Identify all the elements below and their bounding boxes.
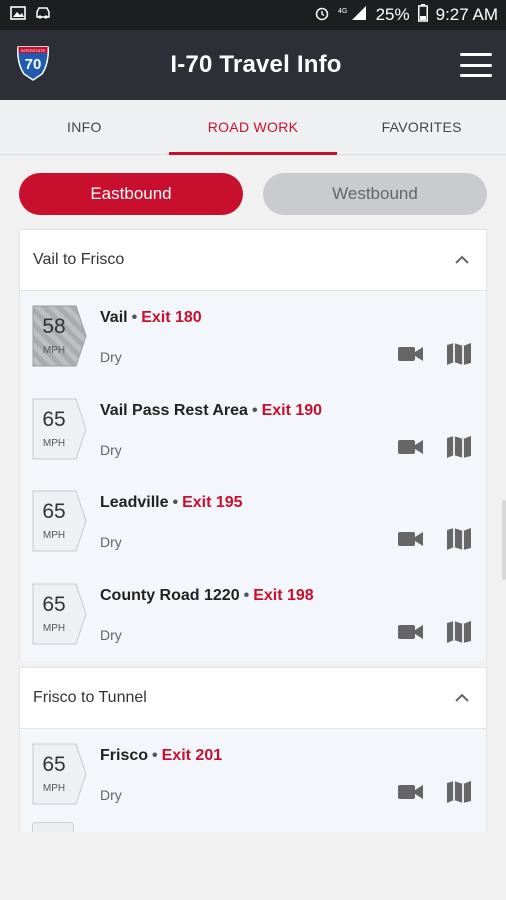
location-name: Leadville [100, 494, 169, 511]
list-item[interactable]: 65 MPH Vail Pass Rest Area • Exit 190 Dry [20, 384, 486, 477]
tab-favorites[interactable]: FAVORITES [337, 100, 506, 154]
road-condition: Dry [100, 534, 122, 550]
speed-unit: MPH [42, 437, 66, 449]
exit-number: Exit 201 [161, 747, 223, 764]
svg-text:4G: 4G [338, 8, 347, 15]
location-title: Vail • Exit 180 [100, 309, 202, 327]
battery-icon [417, 3, 428, 27]
exit-number: Exit 198 [253, 586, 314, 604]
location-name: Vail [100, 309, 128, 326]
alarm-icon [314, 5, 330, 26]
app-title: I-70 Travel Info [170, 51, 342, 78]
shield-number: 70 [25, 56, 42, 73]
location-title: Frisco • Exit 201 [100, 747, 222, 765]
gallery-notification-icon [10, 5, 26, 26]
section-frisco-to-tunnel: Frisco to Tunnel 65 MPH Frisco • Exit 201 … [19, 667, 487, 832]
road-condition: Dry [100, 787, 122, 803]
speed-unit: MPH [42, 622, 66, 634]
section-body: 58 MPH Vail • Exit 180 Dry 65 MPH Vail P… [19, 291, 487, 661]
map-icon[interactable] [446, 527, 472, 551]
interstate-shield-logo: INTERSTATE 70 [14, 44, 52, 87]
separator-dot: • [251, 401, 258, 419]
eastbound-button[interactable]: Eastbound [19, 173, 243, 215]
hamburger-menu-icon[interactable] [459, 53, 492, 77]
tab-road-work[interactable]: ROAD WORK [168, 100, 338, 155]
list-item[interactable]: 65 MPH County Road 1220 • Exit 198 Dry [20, 569, 486, 662]
chevron-up-icon[interactable] [454, 689, 470, 707]
list-item[interactable]: 65 MPH Leadville • Exit 195 Dry [20, 476, 486, 569]
video-camera-icon[interactable] [398, 623, 424, 641]
speed-value: 65 [42, 753, 66, 776]
westbound-button[interactable]: Westbound [263, 173, 487, 215]
section-header[interactable]: Frisco to Tunnel [19, 667, 487, 729]
speed-value: 65 [42, 500, 66, 523]
app-bar: INTERSTATE 70 I-70 Travel Info [0, 30, 506, 100]
speed-unit: MPH [42, 530, 66, 541]
map-icon[interactable] [446, 342, 472, 366]
row-actions [398, 527, 472, 551]
video-camera-icon[interactable] [398, 345, 424, 363]
video-camera-icon[interactable] [398, 783, 424, 801]
section-body: 65 MPH Frisco • Exit 201 Dry [19, 729, 487, 822]
speed-badge: 65 MPH [32, 583, 88, 645]
speed-badge: 65 MPH [32, 398, 88, 460]
location-name: County Road 1220 [100, 586, 240, 604]
list-item[interactable]: 58 MPH Vail • Exit 180 Dry [20, 291, 486, 384]
location-title: Vail Pass Rest Area • Exit 190 [100, 402, 322, 420]
exit-number: Exit 195 [182, 494, 243, 511]
speed-value: 65 [42, 592, 66, 616]
direction-toggle: Eastbound Westbound [0, 155, 506, 229]
exit-number: Exit 190 [261, 401, 323, 419]
map-icon[interactable] [446, 780, 472, 804]
road-condition: Dry [100, 441, 122, 458]
separator-dot: • [172, 494, 179, 511]
row-actions [398, 435, 472, 459]
location-name: Vail Pass Rest Area [100, 401, 248, 419]
battery-percent: 25% [375, 5, 410, 24]
list-item[interactable]: 65 MPH Frisco • Exit 201 Dry [20, 729, 486, 822]
video-camera-icon[interactable] [398, 530, 424, 548]
speed-badge: 65 MPH [32, 743, 88, 805]
speed-badge: 58 MPH [32, 305, 88, 367]
separator-dot: • [152, 747, 158, 764]
map-icon[interactable] [446, 620, 472, 644]
section-vail-to-frisco: Vail to Frisco 58 MPH Vail • Exit 180 Dry [19, 229, 487, 661]
road-condition: Dry [100, 626, 122, 643]
signal-lte-icon: 4G [338, 5, 368, 26]
location-name: Frisco [100, 747, 149, 764]
row-actions [398, 620, 472, 644]
row-actions [398, 780, 472, 804]
status-notifications [10, 5, 52, 26]
separator-dot: • [131, 309, 138, 326]
tab-bar: INFO ROAD WORK FAVORITES [0, 100, 506, 155]
car-notification-icon [34, 5, 52, 26]
road-condition: Dry [100, 349, 122, 365]
tab-info[interactable]: INFO [0, 100, 169, 154]
speed-badge: 65 MPH [32, 490, 88, 552]
next-row-peek [19, 821, 487, 832]
video-camera-icon[interactable] [398, 438, 424, 456]
section-title: Frisco to Tunnel [33, 689, 147, 706]
status-right: 4G 25% 9:27 AM [314, 3, 498, 27]
scroll-edge-indicator[interactable] [502, 500, 506, 580]
exit-number: Exit 180 [141, 309, 202, 326]
location-title: Leadville • Exit 195 [100, 494, 243, 512]
speed-value: 58 [42, 315, 66, 338]
separator-dot: • [243, 586, 250, 604]
status-bar: 4G 25% 9:27 AM [0, 0, 506, 30]
speed-unit: MPH [42, 345, 66, 356]
location-title: County Road 1220 • Exit 198 [100, 587, 314, 605]
row-actions [398, 342, 472, 366]
speed-unit: MPH [42, 783, 66, 794]
section-title: Vail to Frisco [33, 251, 125, 268]
speed-value: 65 [42, 407, 66, 431]
map-icon[interactable] [446, 435, 472, 459]
chevron-up-icon[interactable] [454, 251, 470, 269]
clock: 9:27 AM [435, 5, 498, 24]
shield-top-text: INTERSTATE [21, 48, 46, 53]
section-header[interactable]: Vail to Frisco [19, 229, 487, 291]
